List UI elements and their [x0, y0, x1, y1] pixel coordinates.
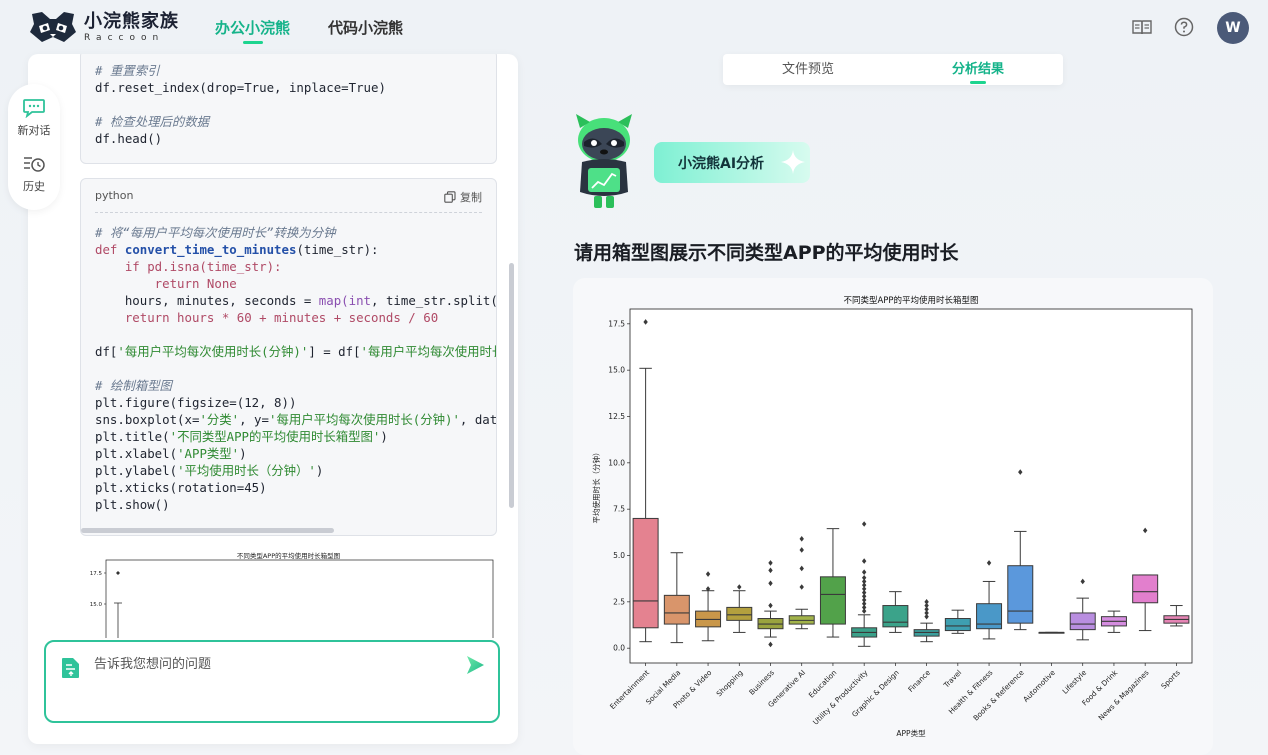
raccoon-logo-icon — [30, 12, 76, 42]
rail-item-label: 历史 — [23, 180, 45, 193]
mini-outlier — [116, 571, 120, 575]
x-tick-label: Lifestyle — [1060, 668, 1088, 696]
mini-chart-svg: 17.5 15.0 — [90, 559, 494, 638]
user-avatar[interactable]: W — [1217, 12, 1249, 44]
chat-input-box[interactable] — [44, 640, 500, 723]
history-button[interactable]: 历史 — [8, 154, 60, 194]
horizontal-scrollbar[interactable] — [81, 528, 334, 533]
vertical-scrollbar[interactable] — [509, 263, 514, 508]
box-body — [1069, 612, 1096, 631]
raccoon-mascot-icon — [576, 114, 632, 208]
chat-input[interactable] — [94, 656, 444, 671]
rail-item-label: 新对话 — [17, 124, 51, 137]
box-body — [663, 594, 690, 625]
code-text: # 重置索引 df.reset_index(drop=True, inplace… — [95, 63, 386, 146]
x-tick-label: Sports — [1159, 668, 1182, 691]
brand-name: 小浣熊家族 — [84, 10, 179, 32]
box-body — [976, 603, 1003, 630]
tab-file-preview[interactable]: 文件预览 — [723, 54, 893, 85]
code-block-boxplot: python 复制 # 将“每用户平均每次使用时长”转换为分钟 def conv… — [80, 178, 497, 536]
boxplot-chart: 不同类型APP的平均使用时长箱型图 0.0 2.5 5.0 7.5 10.0 12.5 15.… — [591, 295, 1193, 738]
box-body — [1007, 565, 1034, 624]
y-tick-label: 2.5 — [613, 597, 625, 606]
new-chat-button[interactable]: 新对话 — [8, 98, 60, 138]
result-view-tabs: 文件预览 分析结果 — [723, 54, 1063, 85]
plot-area — [629, 308, 1193, 664]
y-tick-label: 7.5 — [613, 505, 625, 514]
x-tick-label: Business — [747, 668, 776, 697]
mini-chart-frame — [105, 559, 494, 638]
copy-icon — [444, 191, 456, 203]
y-tick-label: 5.0 — [613, 551, 625, 560]
y-tick-label: 10.0 — [608, 458, 625, 467]
nav-tab-label: 代码小浣熊 — [328, 19, 404, 37]
y-tick-label: 15.0 — [608, 366, 625, 375]
ai-badge-label: 小浣熊AI分析 — [678, 155, 765, 172]
sparkle-icon — [781, 150, 805, 174]
brand-logo[interactable]: 小浣熊家族 Raccoon — [28, 10, 179, 44]
x-tick-label: Education — [807, 668, 839, 700]
side-rail: 新对话 历史 — [8, 84, 60, 210]
y-tick-label: 0.0 — [613, 644, 625, 653]
y-tick-label: 17.5 — [608, 319, 625, 328]
mini-chart-preview[interactable]: 不同类型APP的平均使用时长箱型图 17.5 15.0 — [80, 548, 497, 638]
code-language: python — [95, 189, 134, 202]
box-body — [632, 517, 659, 629]
ai-analysis-badge: 小浣熊AI分析 — [654, 142, 810, 183]
copy-label: 复制 — [460, 191, 482, 204]
chat-panel: # 重置索引 df.reset_index(drop=True, inplace… — [28, 54, 518, 744]
box-body — [1132, 574, 1159, 604]
user-question: 请用箱型图展示不同类型APP的平均使用时长 — [574, 242, 959, 264]
y-tick-label: 12.5 — [608, 412, 625, 421]
box-body — [726, 606, 753, 621]
active-tab-indicator — [242, 41, 263, 44]
chart-title: 不同类型APP的平均使用时长箱型图 — [843, 295, 978, 306]
help-icon[interactable] — [1173, 16, 1195, 38]
box-body — [819, 576, 846, 625]
document-upload-icon[interactable] — [60, 656, 82, 680]
mini-tick-label: 15.0 — [90, 602, 103, 608]
nav-tab-label: 办公小浣熊 — [215, 19, 291, 37]
code-text: # 将“每用户平均每次使用时长”转换为分钟 def convert_time_t… — [95, 225, 497, 512]
box-body — [944, 618, 971, 632]
brand-subtitle: Raccoon — [84, 32, 165, 43]
code-block-reset-index: # 重置索引 df.reset_index(drop=True, inplace… — [80, 54, 497, 164]
nav-tab-office-raccoon[interactable]: 办公小浣熊 — [215, 17, 291, 44]
send-icon[interactable] — [464, 654, 486, 676]
code-header: python 复制 — [95, 189, 482, 213]
x-axis-label: APP类型 — [896, 728, 926, 738]
x-tick-label: Finance — [906, 668, 932, 694]
x-tick-label: Entertainment — [608, 668, 651, 711]
x-tick-label: Shopping — [714, 668, 744, 698]
chart-card: 不同类型APP的平均使用时长箱型图 0.0 2.5 5.0 7.5 10.0 12.5 15.… — [573, 278, 1213, 755]
copy-button[interactable]: 复制 — [444, 189, 482, 205]
x-tick-label: Travel — [941, 668, 963, 690]
box-body — [882, 605, 909, 628]
top-bar: 小浣熊家族 Raccoon 办公小浣熊 代码小浣熊 W — [0, 0, 1268, 54]
chat-plus-icon — [23, 99, 45, 118]
history-icon — [24, 157, 45, 172]
x-tick-label: Utility & Productivity — [811, 668, 870, 727]
x-tick-label: Automotive — [1021, 668, 1057, 704]
tab-analysis-result[interactable]: 分析结果 — [893, 54, 1063, 85]
mini-tick-label: 17.5 — [90, 571, 103, 577]
nav-tab-code-raccoon[interactable]: 代码小浣熊 — [328, 17, 403, 38]
book-icon[interactable] — [1131, 16, 1153, 38]
y-axis-label: 平均使用时长（分钟） — [591, 449, 601, 524]
